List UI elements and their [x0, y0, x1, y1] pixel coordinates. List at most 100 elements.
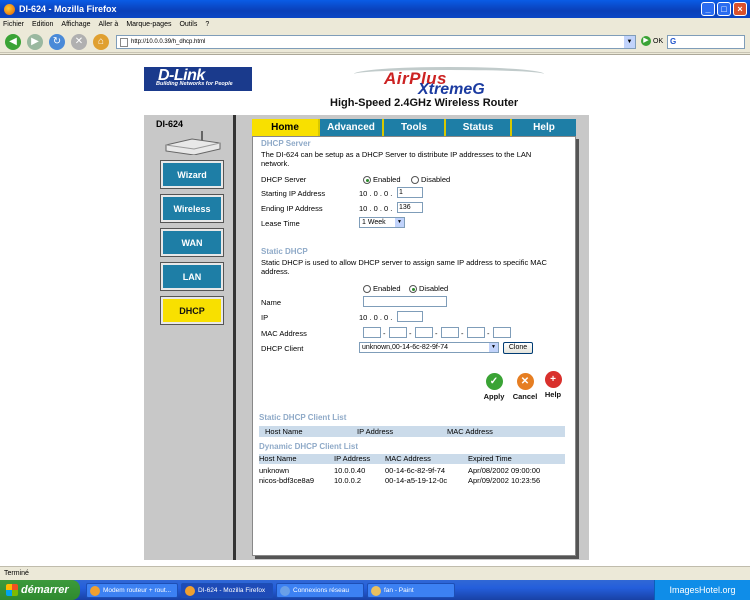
lease-time-label: Lease Time [261, 219, 300, 228]
apply-label: Apply [483, 392, 505, 401]
mac-separator: - [409, 329, 412, 338]
dhcp-client-value: unknown,00-14-6c-82-9f-74 [362, 344, 448, 351]
menu-edit[interactable]: Edition [32, 21, 53, 28]
menu-file[interactable]: Fichier [3, 21, 24, 28]
tab-help[interactable]: Help [512, 119, 576, 136]
back-icon[interactable]: ◀ [5, 33, 21, 50]
network-icon [280, 586, 290, 596]
tab-home[interactable]: Home [252, 119, 320, 136]
tray-watermark: ImagesHotel.org [669, 585, 736, 595]
sidebar-lan-button[interactable]: LAN [160, 262, 224, 291]
starting-ip-input[interactable]: 1 [397, 187, 423, 198]
mac-octet-4-input[interactable] [441, 327, 459, 338]
sidebar-wireless-button[interactable]: Wireless [160, 194, 224, 223]
dhcp-server-heading: DHCP Server [261, 139, 311, 148]
dhcp-disabled-label: Disabled [421, 175, 451, 184]
lease-time-select[interactable]: 1 Week ▼ [359, 217, 405, 228]
sidebar-dhcp-button[interactable]: DHCP [160, 296, 224, 325]
chevron-down-icon[interactable]: ▼ [624, 36, 635, 48]
mac-octet-6-input[interactable] [493, 327, 511, 338]
main-tabs: Home Advanced Tools Status Help [252, 119, 576, 136]
taskbar-item-label: DI-624 - Mozilla Firefox [198, 587, 266, 594]
tab-advanced[interactable]: Advanced [320, 119, 384, 136]
ending-ip-input[interactable]: 136 [397, 202, 423, 213]
static-enabled-radio[interactable]: Enabled [363, 284, 401, 293]
page-viewport: D-Link Building Networks for People AirP… [0, 54, 750, 566]
mac-octet-1-input[interactable] [363, 327, 381, 338]
static-dhcp-description: Static DHCP is used to allow DHCP server… [261, 258, 547, 276]
apply-button[interactable]: ✓ Apply [481, 373, 507, 401]
home-icon[interactable]: ⌂ [93, 33, 109, 50]
dhcp-server-description: The DI-624 can be setup as a DHCP Server… [261, 150, 532, 168]
reload-icon[interactable]: ↻ [49, 33, 65, 50]
cell-mac: 00-14-6c-82-9f-74 [385, 466, 446, 475]
menu-bar: Fichier Edition Affichage Aller à Marque… [0, 18, 750, 31]
maximize-button[interactable]: □ [717, 2, 731, 16]
taskbar-item-paint[interactable]: fan - Paint [367, 583, 455, 598]
mac-octet-3-input[interactable] [415, 327, 433, 338]
lease-time-value: 1 Week [362, 219, 386, 226]
url-text: http://10.0.0.39/h_dhcp.html [131, 39, 206, 45]
tab-tools[interactable]: Tools [384, 119, 446, 136]
help-label: Help [544, 390, 562, 399]
go-button[interactable]: ▶ OK [641, 36, 663, 46]
status-text: Terminé [4, 570, 29, 577]
search-input[interactable]: G [667, 35, 745, 49]
taskbar-item-modem[interactable]: Modem routeur + rout... [86, 583, 178, 598]
sidebar-wizard-button[interactable]: Wizard [160, 160, 224, 189]
static-ip-prefix: 10 . 0 . 0 . [359, 313, 393, 322]
firefox-icon [185, 586, 195, 596]
static-name-label: Name [261, 298, 282, 307]
radio-selected-icon [363, 175, 371, 184]
static-enabled-label: Enabled [373, 284, 401, 293]
cancel-button[interactable]: ✕ Cancel [511, 373, 539, 401]
clone-button[interactable]: Clone [503, 342, 533, 354]
sidebar-wan-button[interactable]: WAN [160, 228, 224, 257]
static-ip-label: IP [261, 313, 269, 322]
taskbar-item-network[interactable]: Connexions réseau [276, 583, 364, 598]
cancel-x-icon: ✕ [516, 373, 534, 390]
help-button[interactable]: + Help [541, 371, 565, 399]
static-ip-input[interactable] [397, 311, 423, 322]
dhcp-client-select[interactable]: unknown,00-14-6c-82-9f-74 ▼ [359, 342, 499, 353]
dhcp-disabled-radio[interactable]: Disabled [411, 175, 450, 184]
menu-go[interactable]: Aller à [98, 21, 118, 28]
close-button[interactable]: × [733, 2, 747, 16]
dhcp-server-label: DHCP Server [261, 175, 307, 184]
menu-view[interactable]: Affichage [61, 21, 90, 28]
start-label: démarrer [21, 584, 69, 596]
tab-status[interactable]: Status [446, 119, 512, 136]
radio-selected-icon [409, 284, 417, 293]
menu-help[interactable]: ? [205, 21, 209, 28]
taskbar-item-label: Modem routeur + rout... [103, 587, 172, 594]
paint-icon [371, 586, 381, 596]
cell-mac: 00-14-a5-19-12-0c [385, 476, 448, 485]
minimize-button[interactable]: _ [701, 2, 715, 16]
router-device-icon [165, 131, 221, 155]
table-row: unknown 10.0.0.40 00-14-6c-82-9f-74 Apr/… [259, 465, 565, 475]
forward-icon[interactable]: ▶ [27, 33, 43, 50]
menu-bookmarks[interactable]: Marque-pages [126, 21, 171, 28]
cell-expires: Apr/09/2002 10:23:56 [468, 476, 541, 485]
dhcp-enabled-label: Enabled [373, 175, 401, 184]
mac-octet-5-input[interactable] [467, 327, 485, 338]
mac-separator: - [487, 329, 490, 338]
system-tray: ImagesHotel.org [654, 580, 750, 600]
stop-icon[interactable]: ✕ [71, 33, 87, 50]
cell-host: nicos-bdf3ce8a9 [259, 476, 315, 485]
taskbar-item-firefox[interactable]: DI-624 - Mozilla Firefox [181, 583, 273, 598]
url-bar[interactable]: http://10.0.0.39/h_dhcp.html ▼ [116, 35, 636, 49]
search-engine-icon: G [670, 37, 677, 46]
static-disabled-radio[interactable]: Disabled [409, 284, 448, 293]
radio-unselected-icon [411, 175, 419, 184]
mac-address-label: MAC Address [261, 329, 307, 338]
mac-separator: - [435, 329, 438, 338]
mac-octet-2-input[interactable] [389, 327, 407, 338]
menu-tools[interactable]: Outils [179, 21, 197, 28]
static-name-input[interactable] [363, 296, 447, 307]
start-button[interactable]: démarrer [0, 580, 80, 600]
go-icon: ▶ [641, 36, 651, 46]
dhcp-enabled-radio[interactable]: Enabled [363, 175, 401, 184]
cell-expires: Apr/08/2002 09:00:00 [468, 466, 541, 475]
column-mac-address: MAC Address [447, 427, 493, 436]
